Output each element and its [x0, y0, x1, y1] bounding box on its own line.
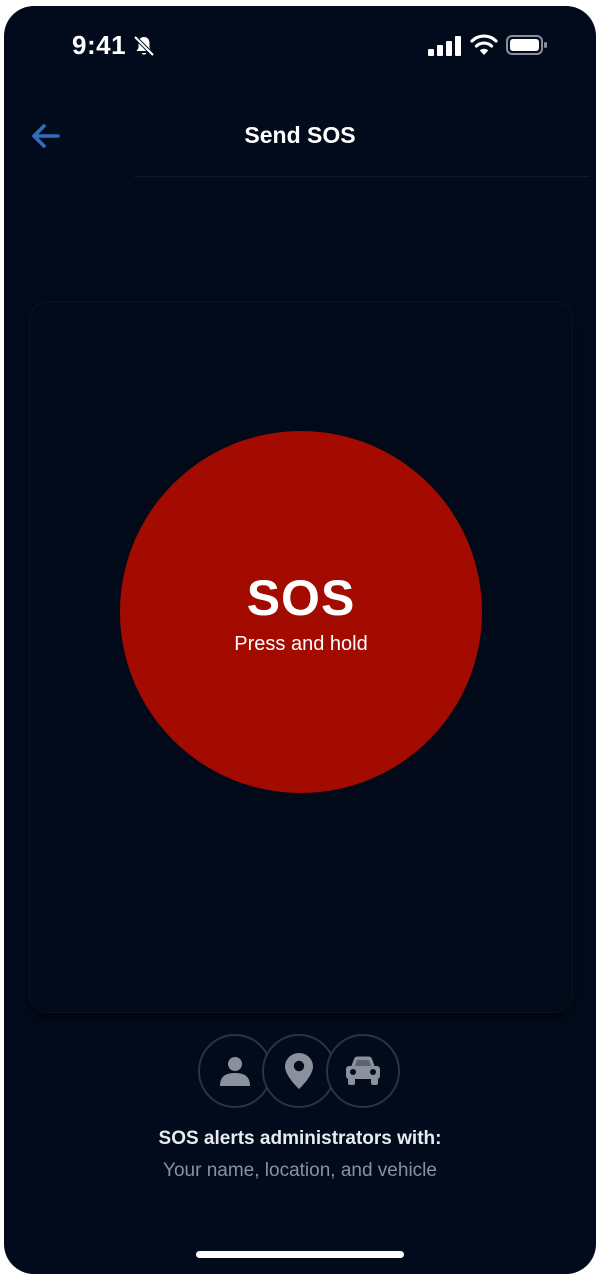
info-title: SOS alerts administrators with:: [158, 1128, 442, 1149]
location-pin-icon: [285, 1053, 313, 1089]
sos-label: SOS: [246, 569, 356, 626]
phone-screen: 9:41 Send SOS SOS Press and hold SOS ale…: [4, 6, 596, 1274]
bell-slash-icon: [133, 35, 155, 57]
car-icon: [346, 1056, 380, 1085]
location-circle: [262, 1034, 336, 1108]
info-subtitle: Your name, location, and vehicle: [163, 1160, 437, 1181]
nav-divider: [134, 176, 589, 177]
status-time: 9:41: [72, 30, 127, 60]
sos-sublabel: Press and hold: [234, 632, 368, 655]
home-indicator[interactable]: [196, 1251, 404, 1258]
person-icon: [220, 1057, 250, 1086]
sos-button[interactable]: SOS Press and hold: [120, 431, 482, 793]
vehicle-circle: [326, 1034, 400, 1108]
nav-bar: Send SOS: [4, 102, 596, 174]
signal-icon: [428, 36, 461, 56]
status-bar: 9:41: [4, 6, 596, 86]
person-circle: [198, 1034, 272, 1108]
wifi-icon: [470, 34, 498, 55]
info-icons: [198, 1034, 402, 1108]
page-title: Send SOS: [244, 122, 356, 148]
battery-icon: [506, 35, 547, 55]
